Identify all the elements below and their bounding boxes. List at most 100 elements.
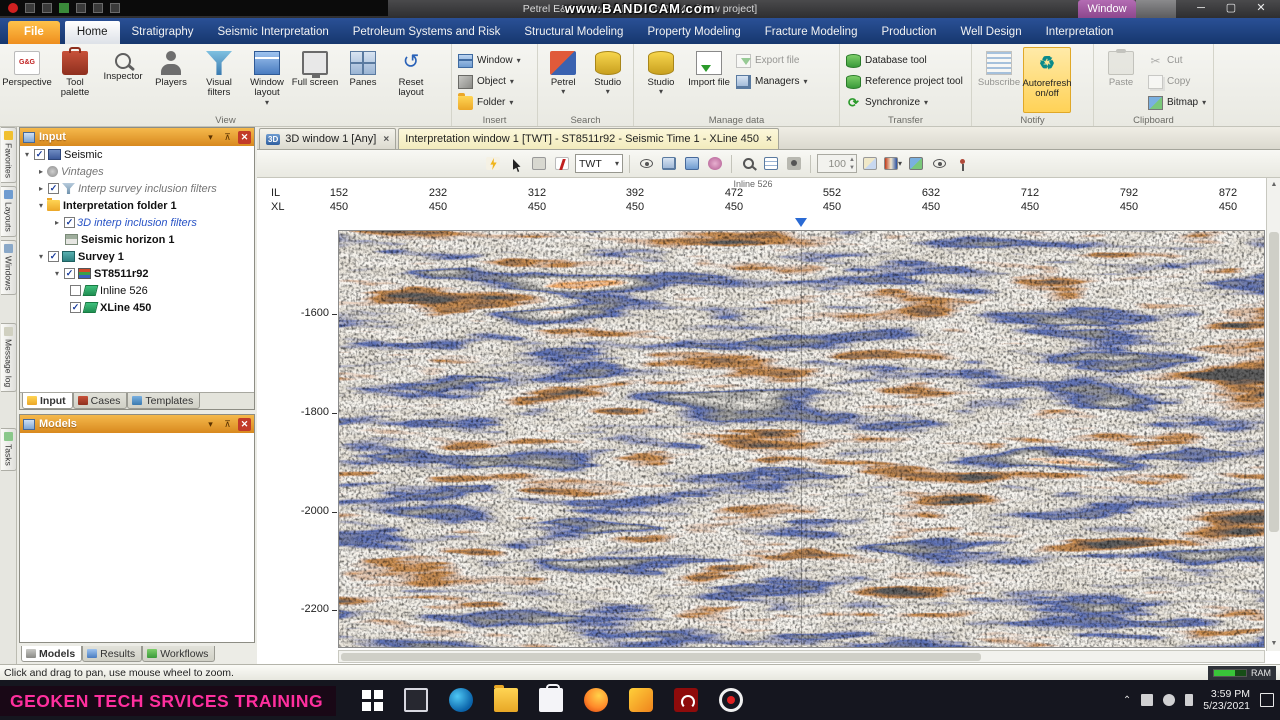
domain-select[interactable]: TWT ▾: [575, 154, 623, 173]
tree-item-interpretation-folder[interactable]: ▾ Interpretation folder 1: [20, 197, 254, 214]
tab-home[interactable]: Home: [64, 21, 120, 44]
annotation-star-icon[interactable]: [705, 154, 725, 174]
players-button[interactable]: Players: [147, 47, 195, 113]
vertical-scrollbar[interactable]: ▲ ▼: [1266, 178, 1280, 651]
close-icon[interactable]: ✕: [1246, 0, 1276, 18]
scroll-down-icon[interactable]: ▼: [1267, 637, 1280, 651]
cut-button[interactable]: ✂ Cut: [1145, 51, 1209, 70]
scrollbar-thumb[interactable]: [1269, 232, 1279, 532]
tab-structural-modeling[interactable]: Structural Modeling: [512, 21, 635, 44]
tab-petroleum-systems[interactable]: Petroleum Systems and Risk: [341, 21, 513, 44]
reference-project-tool-button[interactable]: Reference project tool: [843, 72, 966, 91]
checkbox-checked[interactable]: ✓: [48, 183, 59, 194]
visual-filters-button[interactable]: Visual filters: [195, 47, 243, 113]
tree-item-st8511r92[interactable]: ▾ ✓ ST8511r92: [20, 265, 254, 282]
firefox-icon[interactable]: [584, 688, 608, 712]
sidebar-tab-favorites[interactable]: Favorites: [1, 127, 17, 183]
zoom-level-input[interactable]: 100 ▲ ▼: [817, 154, 857, 173]
tab-stratigraphy[interactable]: Stratigraphy: [120, 21, 206, 44]
checkbox-checked[interactable]: ✓: [34, 149, 45, 160]
checkbox-unchecked[interactable]: [70, 285, 81, 296]
scrollbar-thumb[interactable]: [341, 653, 981, 661]
minimize-icon[interactable]: ─: [1186, 0, 1216, 18]
sidebar-tab-layouts[interactable]: Layouts: [1, 185, 17, 237]
maximize-icon[interactable]: ▢: [1216, 0, 1246, 18]
tree-item-interp-survey-filters[interactable]: ▸ ✓ Interp survey inclusion filters: [20, 180, 254, 197]
task-view-icon[interactable]: [404, 688, 428, 712]
visibility-eye-icon[interactable]: [636, 154, 656, 174]
managers-button[interactable]: Managers ▾: [733, 72, 810, 91]
select-cursor-icon[interactable]: [506, 154, 526, 174]
full-screen-button[interactable]: Full screen: [291, 47, 339, 113]
panes-button[interactable]: Panes: [339, 47, 387, 113]
image-export-icon[interactable]: [906, 154, 926, 174]
fault-interpretation-icon[interactable]: [552, 154, 572, 174]
colormap-dropdown-icon[interactable]: ▾: [883, 154, 903, 174]
import-file-button[interactable]: Import file: [685, 47, 733, 113]
expand-icon[interactable]: ▾: [36, 201, 46, 210]
window-layout-button[interactable]: Window layout ▾: [243, 47, 291, 113]
checkbox-checked[interactable]: ✓: [64, 217, 75, 228]
bandicam-button-icon[interactable]: [110, 3, 120, 13]
tab-property-modeling[interactable]: Property Modeling: [635, 21, 752, 44]
tab-interpretation[interactable]: Interpretation: [1034, 21, 1126, 44]
close-panel-icon[interactable]: ✕: [238, 130, 251, 144]
bitmap-button[interactable]: Bitmap ▾: [1145, 93, 1209, 112]
pin-icon[interactable]: ⊼: [221, 131, 234, 144]
tree-item-xline-450[interactable]: ✓ XLine 450: [20, 299, 254, 316]
copy-button[interactable]: Copy: [1145, 72, 1209, 91]
pin-icon[interactable]: ⊼: [221, 418, 234, 431]
perspective-button[interactable]: G&G Perspective: [2, 47, 52, 113]
flash-tool-icon[interactable]: [483, 154, 503, 174]
network-icon[interactable]: [1163, 694, 1176, 706]
insert-window-button[interactable]: Window ▾: [455, 51, 524, 70]
sidebar-tab-message-log[interactable]: Message log: [1, 323, 17, 393]
checkbox-checked[interactable]: ✓: [70, 302, 81, 313]
start-button-icon[interactable]: [362, 689, 383, 711]
window-grid-icon[interactable]: [659, 154, 679, 174]
tab-interpretation-window[interactable]: Interpretation window 1 [TWT] - ST8511r9…: [398, 128, 779, 149]
tab-production[interactable]: Production: [869, 21, 948, 44]
horizontal-scrollbar[interactable]: [338, 650, 1265, 663]
split-view-icon[interactable]: [529, 154, 549, 174]
tree-item-vintages[interactable]: ▸ Vintages: [20, 163, 254, 180]
manage-studio-button[interactable]: Studio ▾: [637, 47, 685, 113]
tab-cases[interactable]: Cases: [72, 393, 128, 409]
checkbox-checked[interactable]: ✓: [48, 251, 59, 262]
edge-browser-icon[interactable]: [449, 688, 473, 712]
subscribe-button[interactable]: Subscribe: [975, 47, 1023, 113]
tab-templates[interactable]: Templates: [127, 393, 201, 409]
bandicam-button-icon[interactable]: [25, 3, 35, 13]
sidebar-tab-tasks[interactable]: Tasks: [1, 428, 17, 472]
tree-item-seismic[interactable]: ▾ ✓ Seismic: [20, 146, 254, 163]
table-tool-icon[interactable]: [761, 154, 781, 174]
tree-item-survey[interactable]: ▾ ✓ Survey 1: [20, 248, 254, 265]
expand-icon[interactable]: ▾: [22, 150, 32, 159]
tab-results[interactable]: Results: [82, 646, 143, 662]
seismic-viewport[interactable]: Inline 526 IL XL 152 450 232 450 312 450 39…: [257, 178, 1266, 664]
bandicam-button-icon[interactable]: [93, 3, 103, 13]
expand-icon[interactable]: ▸: [36, 184, 46, 193]
bandicam-button-icon[interactable]: [59, 3, 69, 13]
chevron-down-icon[interactable]: ▾: [204, 131, 217, 144]
microsoft-store-icon[interactable]: [539, 684, 563, 712]
tray-icon[interactable]: [1141, 694, 1154, 706]
tray-expand-icon[interactable]: ⌃: [1123, 695, 1131, 706]
pin-icon[interactable]: [952, 154, 972, 174]
petrel-taskbar-icon[interactable]: [629, 688, 653, 712]
acrobat-icon[interactable]: [674, 688, 698, 712]
bandicam-button-icon[interactable]: [42, 3, 52, 13]
expand-icon[interactable]: ▸: [52, 218, 62, 227]
tab-models[interactable]: Models: [21, 646, 83, 662]
overlay-icon[interactable]: [682, 154, 702, 174]
tree-item-inline-526[interactable]: Inline 526: [20, 282, 254, 299]
synchronize-button[interactable]: ⟳ Synchronize ▾: [843, 93, 966, 112]
autorefresh-button[interactable]: ♻ Autorefresh on/off: [1022, 47, 1072, 113]
chevron-down-icon[interactable]: ▾: [204, 418, 217, 431]
expand-icon[interactable]: ▾: [52, 269, 62, 278]
tab-workflows[interactable]: Workflows: [142, 646, 216, 662]
tab-file[interactable]: File: [8, 21, 60, 44]
scroll-up-icon[interactable]: ▲: [1267, 178, 1280, 192]
checkbox-checked[interactable]: ✓: [64, 268, 75, 279]
paste-button[interactable]: Paste: [1097, 47, 1145, 113]
